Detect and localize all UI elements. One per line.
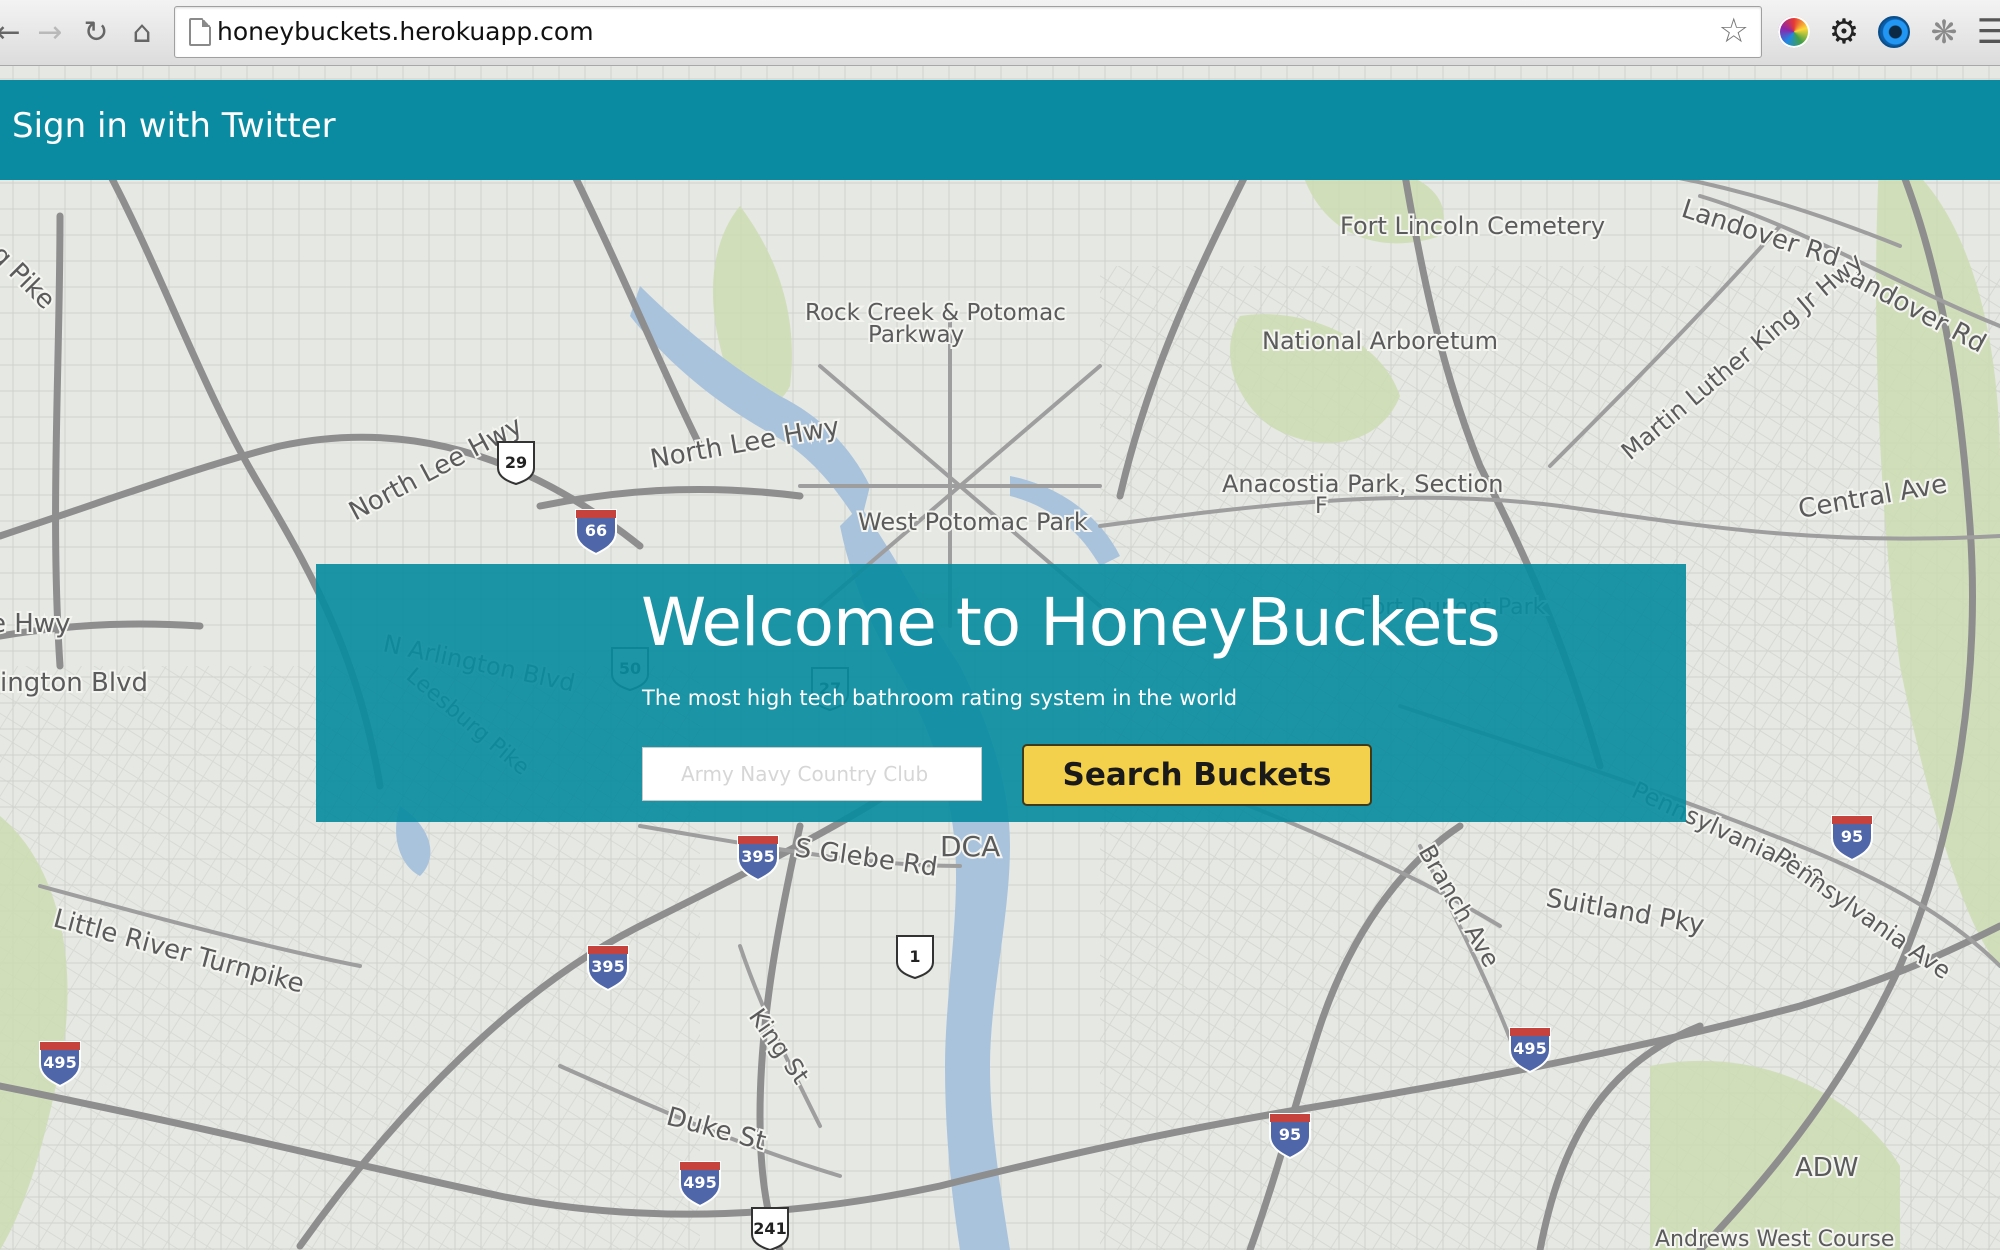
reload-icon[interactable]: ↻	[74, 10, 118, 54]
map-label: Parkway	[868, 322, 964, 348]
bug-icon[interactable]: ❋	[1924, 12, 1964, 52]
highway-shield-number: 241	[753, 1219, 786, 1238]
highway-shield-number: 95	[1841, 827, 1863, 846]
highway-shield: 241	[751, 1207, 789, 1250]
star-icon[interactable]: ☆	[1719, 11, 1749, 51]
sign-in-with-twitter-link[interactable]: Sign in with Twitter	[12, 106, 336, 146]
map-label: Andrews West Course	[1655, 1227, 1894, 1250]
highway-shield-number: 395	[741, 847, 774, 866]
map-label: ington Blvd	[0, 668, 148, 698]
top-navbar: Sign in with Twitter	[0, 80, 2000, 180]
highway-shield: 1	[896, 935, 934, 980]
hero-panel: Welcome to HoneyBuckets The most high te…	[316, 564, 1686, 822]
highway-shield-number: 495	[43, 1053, 76, 1072]
color-wheel-icon[interactable]	[1774, 12, 1814, 52]
browser-toolbar: ← → ↻ ⌂ honeybuckets.herokuapp.com ☆ ⚙ ❋…	[0, 0, 2000, 66]
menu-icon[interactable]: ☰	[1972, 12, 2000, 52]
map-label: e Hwy	[0, 609, 70, 639]
hero-subtitle: The most high tech bathroom rating syste…	[642, 686, 1238, 710]
hero-title: Welcome to HoneyBuckets	[641, 584, 1501, 661]
back-arrow-icon[interactable]: ←	[0, 10, 30, 54]
home-icon[interactable]: ⌂	[120, 10, 164, 54]
url-text[interactable]: honeybuckets.herokuapp.com	[217, 17, 594, 46]
map-label: National Arboretum	[1262, 327, 1498, 355]
map-label: Anacostia Park, Section	[1222, 470, 1503, 498]
gear-icon[interactable]: ⚙	[1824, 12, 1864, 52]
search-buckets-button[interactable]: Search Buckets	[1022, 744, 1372, 806]
map-label: F	[1315, 494, 1328, 519]
highway-shield-number: 1	[909, 947, 920, 966]
map-label: ADW	[1795, 1153, 1859, 1183]
map-label: Fort Lincoln Cemetery	[1340, 212, 1605, 240]
page-icon	[189, 18, 211, 46]
address-bar[interactable]: honeybuckets.herokuapp.com ☆	[174, 6, 1762, 58]
search-input[interactable]	[642, 747, 982, 801]
highway-shield: 29	[497, 441, 535, 486]
eye-icon[interactable]	[1874, 12, 1914, 52]
map-label: DCA	[940, 830, 1000, 863]
highway-shield-number: 495	[683, 1173, 716, 1192]
highway-shield-number: 495	[1513, 1039, 1546, 1058]
page-content: Landover Rd Landover Rd Fort Lincoln Cemet…	[0, 66, 2000, 1250]
map-label: West Potomac Park	[858, 508, 1088, 536]
highway-shield-number: 66	[585, 521, 607, 540]
forward-arrow-icon[interactable]: →	[28, 10, 72, 54]
highway-shield-number: 29	[505, 453, 527, 472]
highway-shield-number: 395	[591, 957, 624, 976]
highway-shield-number: 95	[1279, 1125, 1301, 1144]
